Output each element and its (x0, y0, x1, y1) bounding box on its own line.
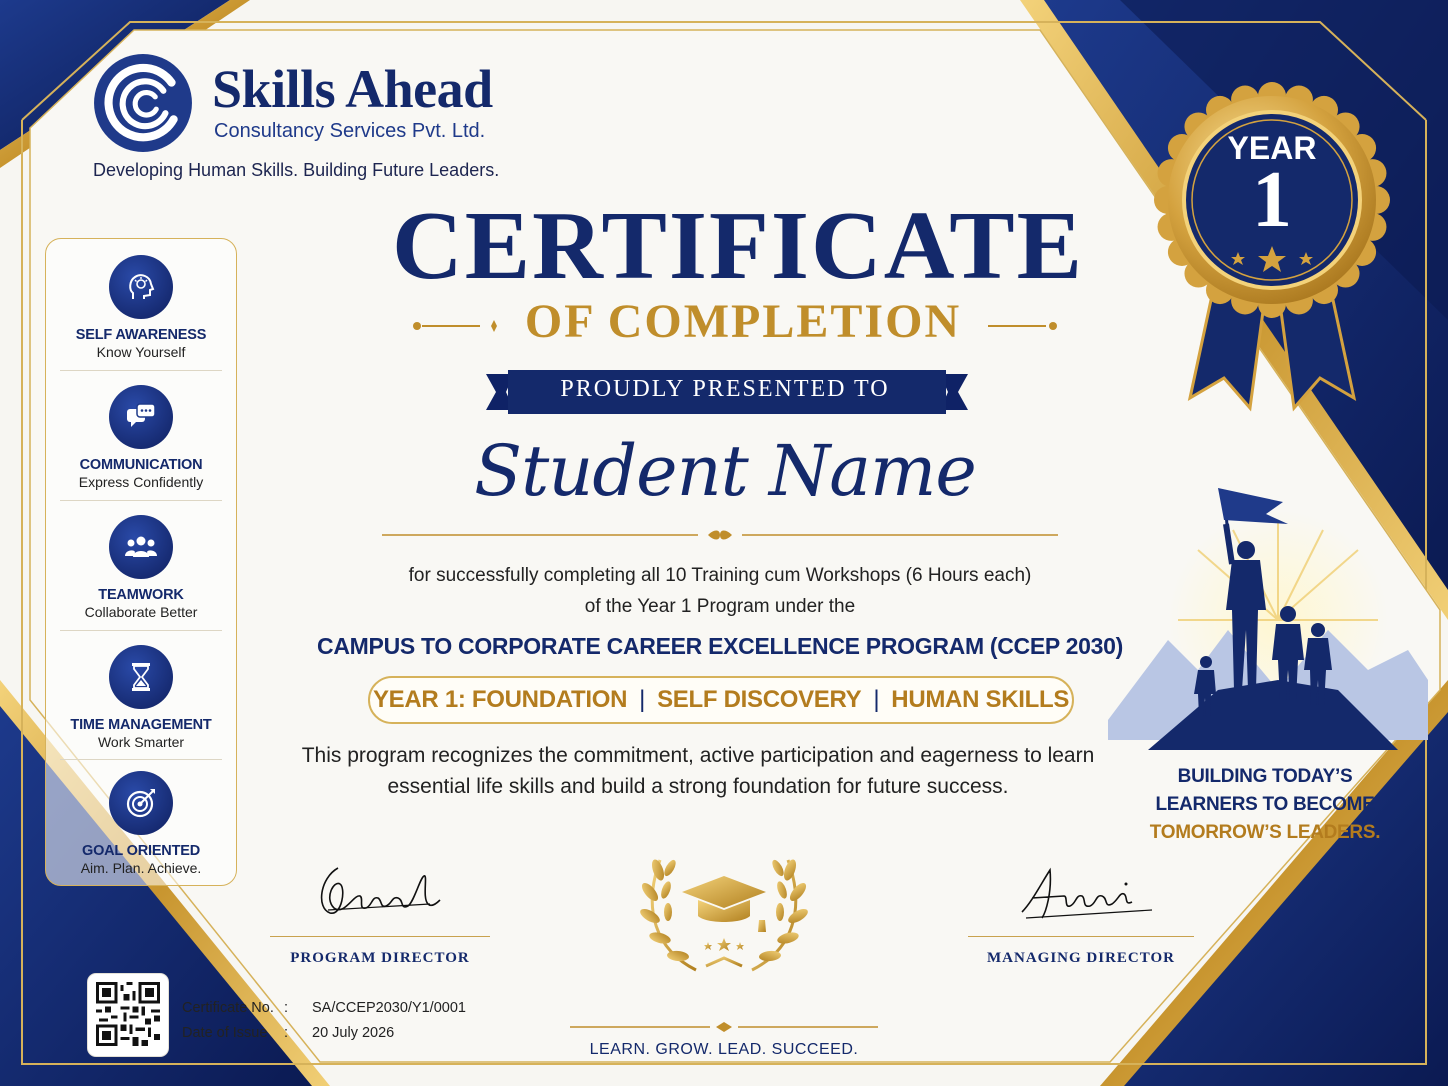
certificate-meta: Certificate No. : SA/CCEP2030/Y1/0001 Da… (182, 995, 466, 1045)
target-arrow-icon (109, 771, 173, 835)
skill-title: SELF AWARENESS (75, 327, 207, 343)
certificate-number-row: Certificate No. : SA/CCEP2030/Y1/0001 (182, 995, 466, 1020)
body-text-line: of the Year 1 Program under the (584, 596, 856, 617)
rosette-ribbon-icon (1154, 82, 1390, 412)
signature-line (968, 936, 1194, 937)
year-tag: YEAR 1: FOUNDATION (372, 686, 628, 713)
name-underline (382, 530, 1058, 540)
chat-bubbles-icon (109, 385, 173, 449)
recipient-name: Student Name (474, 430, 977, 512)
cert-no-value: SA/CCEP2030/Y1/0001 (312, 999, 466, 1016)
brand-name: Skills Ahead (212, 59, 493, 119)
laurel-graduation-cap-icon (640, 859, 808, 972)
leaders-text-line: BUILDING TODAY’S (1177, 766, 1353, 787)
footer-motto: LEARN. GROW. LEAD. SUCCEED. (589, 1041, 859, 1058)
swirl-logo-icon (94, 54, 192, 152)
skill-goal-oriented: GOAL ORIENTED Aim. Plan. Achieve. (46, 771, 236, 876)
hourglass-icon (109, 645, 173, 709)
leaders-text-line: TOMORROW’S LEADERS. (1149, 822, 1381, 843)
year-tag: SELF DISCOVERY (657, 686, 862, 713)
qr-code-icon[interactable] (88, 974, 168, 1056)
date-label: Date of Issue (182, 1024, 268, 1041)
certificate-title: CERTIFICATE (392, 192, 1084, 300)
people-group-icon (109, 515, 173, 579)
year-tags-pill: YEAR 1: FOUNDATION | SELF DISCOVERY | HU… (368, 676, 1074, 724)
skill-communication: COMMUNICATION Express Confidently (46, 385, 236, 490)
colon: : (284, 999, 289, 1016)
program-title: CAMPUS TO CORPORATE CAREER EXCELLENCE PR… (317, 633, 1123, 659)
skill-title: TIME MANAGEMENT (70, 717, 212, 733)
signature-line (270, 936, 490, 937)
divider (60, 630, 222, 631)
certificate-subtitle: OF COMPLETION (524, 295, 962, 348)
skills-panel: SELF AWARENESS Know Yourself COMMUNICATI… (45, 238, 237, 886)
program-director-signature (320, 867, 441, 914)
tag-separator: | (873, 686, 880, 713)
recognition-text-line: essential life skills and build a strong… (387, 775, 1009, 798)
cert-no-label: Certificate No. (182, 999, 274, 1016)
skill-title: COMMUNICATION (79, 457, 203, 473)
divider (60, 759, 222, 760)
footer-ornament (570, 1022, 878, 1032)
divider (60, 370, 222, 371)
seal-number: 1 (1252, 156, 1292, 244)
managing-director-signature (1021, 867, 1153, 919)
skill-subtitle: Know Yourself (96, 344, 186, 360)
colon: : (284, 1024, 289, 1041)
skill-time-management: TIME MANAGEMENT Work Smarter (46, 645, 236, 750)
skill-self-awareness: SELF AWARENESS Know Yourself (46, 255, 236, 360)
program-director-label: PROGRAM DIRECTOR (290, 950, 470, 966)
head-lightbulb-icon (109, 255, 173, 319)
skill-title: GOAL ORIENTED (82, 843, 200, 859)
skill-teamwork: TEAMWORK Collaborate Better (46, 515, 236, 620)
summit-flag-icon (1108, 488, 1428, 750)
body-text-line: for successfully completing all 10 Train… (408, 565, 1032, 586)
skill-subtitle: Express Confidently (78, 474, 204, 490)
recognition-text-line: This program recognizes the commitment, … (301, 744, 1095, 767)
skill-subtitle: Collaborate Better (84, 604, 198, 620)
tag-separator: | (639, 686, 646, 713)
presented-to-label: PROUDLY PRESENTED TO (560, 376, 890, 402)
date-value: 20 July 2026 (312, 1024, 395, 1041)
brand-subtitle: Consultancy Services Pvt. Ltd. (214, 120, 486, 142)
skill-subtitle: Aim. Plan. Achieve. (80, 860, 202, 876)
divider (60, 500, 222, 501)
managing-director-label: MANAGING DIRECTOR (987, 950, 1175, 966)
leaders-text-line: LEARNERS TO BECOME (1155, 794, 1375, 815)
skill-subtitle: Work Smarter (97, 734, 185, 750)
date-of-issue-row: Date of Issue : 20 July 2026 (182, 1020, 466, 1045)
skill-title: TEAMWORK (98, 587, 184, 603)
brand-tagline: Developing Human Skills. Building Future… (93, 160, 500, 180)
year-tag: HUMAN SKILLS (891, 686, 1070, 713)
